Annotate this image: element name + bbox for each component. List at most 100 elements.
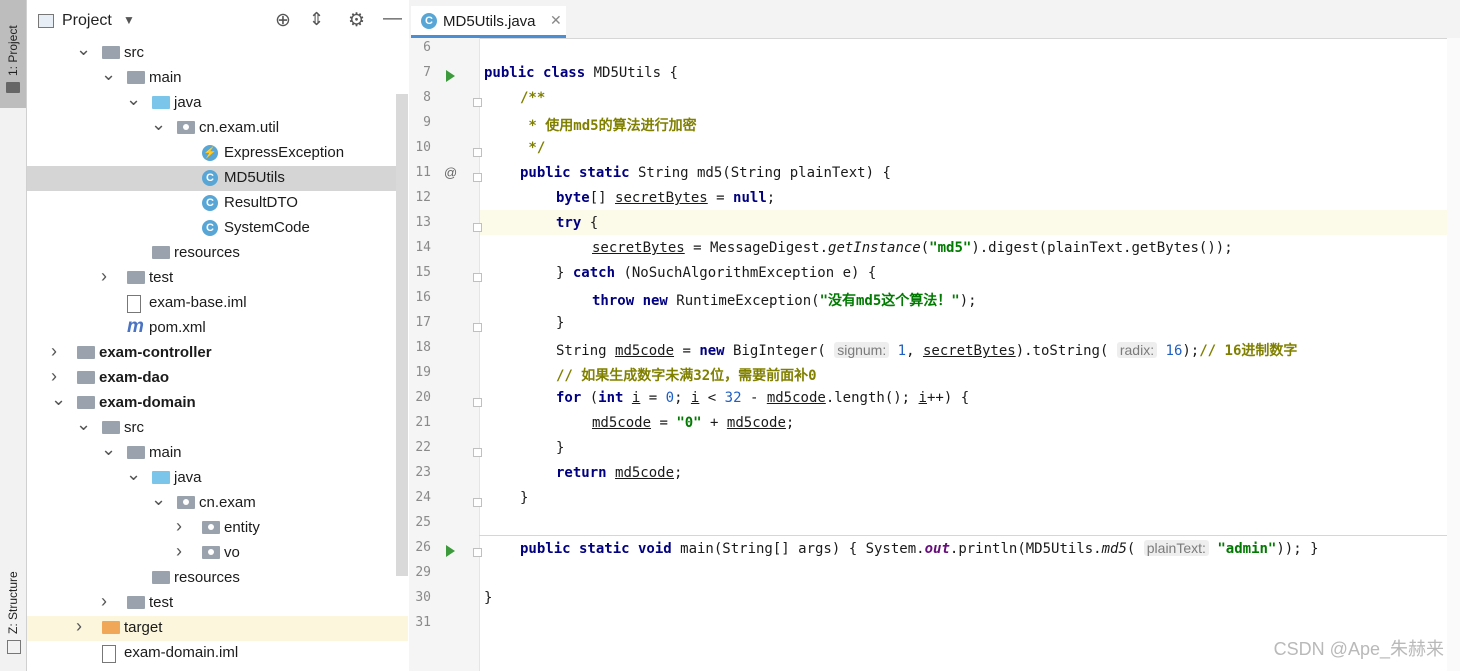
project-scrollbar[interactable] — [396, 94, 408, 576]
tree-item-label: ResultDTO — [224, 194, 298, 211]
chevron-down-icon[interactable]: ⌄ — [76, 39, 91, 60]
line-number: 29 — [415, 565, 431, 580]
chevron-down-icon[interactable]: ⌄ — [126, 89, 141, 110]
project-panel-header: Project ▼ ⊕ ⇕ ⚙ — — [27, 0, 408, 40]
tree-row-md5utils[interactable]: C MD5Utils — [27, 166, 408, 191]
line-number: 11 — [415, 165, 431, 180]
tree-row-exam-base-iml[interactable]: exam-base.iml — [27, 291, 408, 316]
tree-row-entity[interactable]: › entity — [27, 516, 408, 541]
chevron-down-icon[interactable]: ⌄ — [76, 414, 91, 435]
chevron-down-icon[interactable]: ▼ — [123, 13, 135, 27]
hide-panel-icon[interactable]: — — [383, 8, 402, 30]
chevron-right-icon[interactable]: › — [76, 616, 82, 637]
class-icon: C — [202, 195, 218, 211]
run-gutter-icon[interactable] — [446, 545, 455, 557]
tree-row-exam-domain[interactable]: ⌄ exam-domain — [27, 389, 408, 416]
tree-row-cn-exam-util[interactable]: ⌄ cn.exam.util — [27, 114, 408, 141]
tree-row-exam-controller[interactable]: › exam-controller — [27, 341, 408, 366]
structure-tab-label[interactable]: Z: Structure — [6, 571, 20, 634]
editor-tab-bar: C MD5Utils.java ✕ — [409, 0, 1460, 39]
method-separator — [479, 535, 1460, 536]
package-icon — [202, 546, 220, 559]
tree-row-main[interactable]: ⌄ main — [27, 64, 408, 91]
editor-scrollbar[interactable] — [1447, 38, 1460, 671]
tree-item-label: exam-base.iml — [149, 294, 247, 311]
tree-item-label: exam-controller — [99, 344, 212, 361]
tree-row-cn-exam[interactable]: ⌄ cn.exam — [27, 489, 408, 516]
tree-row-exam-domain-iml[interactable]: exam-domain.iml — [27, 641, 408, 666]
fold-marker[interactable] — [473, 223, 482, 232]
tree-item-label: main — [149, 444, 182, 461]
tree-row-target[interactable]: › target — [27, 616, 408, 641]
code-line: public class MD5Utils { — [484, 65, 678, 81]
close-icon[interactable]: ✕ — [550, 12, 562, 29]
folder-icon — [102, 46, 120, 59]
line-number: 30 — [415, 590, 431, 605]
tree-row-resultdto[interactable]: C ResultDTO — [27, 191, 408, 216]
excluded-folder-icon — [102, 621, 120, 634]
fold-marker[interactable] — [473, 173, 482, 182]
code-line: */ — [520, 140, 546, 156]
fold-marker[interactable] — [473, 498, 482, 507]
chevron-right-icon[interactable]: › — [51, 366, 57, 387]
line-number: 21 — [415, 415, 431, 430]
code-line: } — [556, 440, 565, 456]
run-gutter-icon[interactable] — [446, 70, 455, 82]
tree-item-label: resources — [174, 569, 240, 586]
line-number: 12 — [415, 190, 431, 205]
chevron-right-icon[interactable]: › — [176, 516, 182, 537]
code-line: byte[] secretBytes = null; — [556, 190, 776, 206]
chevron-down-icon[interactable]: ⌄ — [151, 489, 166, 510]
fold-marker[interactable] — [473, 548, 482, 557]
line-number: 13 — [415, 215, 431, 230]
chevron-down-icon[interactable]: ⌄ — [151, 114, 166, 135]
tree-row-systemcode[interactable]: C SystemCode — [27, 216, 408, 241]
tree-row-test[interactable]: › test — [27, 591, 408, 616]
chevron-down-icon[interactable]: ⌄ — [101, 439, 116, 460]
fold-marker[interactable] — [473, 448, 482, 457]
code-line: throw new RuntimeException("没有md5这个算法！")… — [592, 293, 977, 309]
tree-row-java[interactable]: ⌄ java — [27, 89, 408, 116]
tree-row-resources[interactable]: resources — [27, 241, 408, 266]
tree-row-exam-dao[interactable]: › exam-dao — [27, 366, 408, 391]
chevron-right-icon[interactable]: › — [101, 591, 107, 612]
annotation-icon: @ — [444, 165, 458, 180]
tree-row-pom-xml[interactable]: m pom.xml — [27, 316, 408, 341]
locate-file-icon[interactable]: ⊕ — [275, 9, 291, 32]
chevron-down-icon[interactable]: ⌄ — [101, 64, 116, 85]
gear-icon[interactable]: ⚙ — [348, 9, 365, 32]
fold-marker[interactable] — [473, 148, 482, 157]
chevron-down-icon[interactable]: ⌄ — [126, 464, 141, 485]
fold-marker[interactable] — [473, 273, 482, 282]
code-line: String md5code = new BigInteger( signum:… — [556, 342, 1298, 359]
fold-marker[interactable] — [473, 398, 482, 407]
tree-item-label: exam-domain — [99, 394, 196, 411]
exception-class-icon: ⚡ — [202, 145, 218, 161]
collapse-all-icon[interactable]: ⇕ — [309, 9, 324, 30]
folder-icon — [127, 446, 145, 459]
code-line: } — [556, 315, 565, 331]
project-view-selector[interactable]: Project — [62, 12, 112, 30]
chevron-right-icon[interactable]: › — [176, 541, 182, 562]
structure-icon — [7, 640, 21, 654]
chevron-down-icon[interactable]: ⌄ — [51, 389, 66, 410]
fold-marker[interactable] — [473, 98, 482, 107]
tree-row-resources[interactable]: resources — [27, 566, 408, 591]
chevron-right-icon[interactable]: › — [101, 266, 107, 287]
tree-row-vo[interactable]: › vo — [27, 541, 408, 566]
tree-row-java[interactable]: ⌄ java — [27, 464, 408, 491]
chevron-right-icon[interactable]: › — [51, 341, 57, 362]
tree-row-test[interactable]: › test — [27, 266, 408, 291]
tree-row-src[interactable]: ⌄ src — [27, 39, 408, 66]
tree-row-expressexception[interactable]: ⚡ ExpressException — [27, 141, 408, 166]
project-view-icon — [38, 14, 54, 28]
project-tool-tab[interactable]: 1: Project — [0, 0, 26, 108]
fold-marker[interactable] — [473, 323, 482, 332]
line-number: 22 — [415, 440, 431, 455]
line-number: 16 — [415, 290, 431, 305]
editor-tab-md5utils[interactable]: C MD5Utils.java ✕ — [411, 6, 566, 38]
tree-row-src[interactable]: ⌄ src — [27, 414, 408, 441]
tree-item-label: test — [149, 594, 174, 611]
line-number: 25 — [415, 515, 431, 530]
tree-row-main[interactable]: ⌄ main — [27, 439, 408, 466]
